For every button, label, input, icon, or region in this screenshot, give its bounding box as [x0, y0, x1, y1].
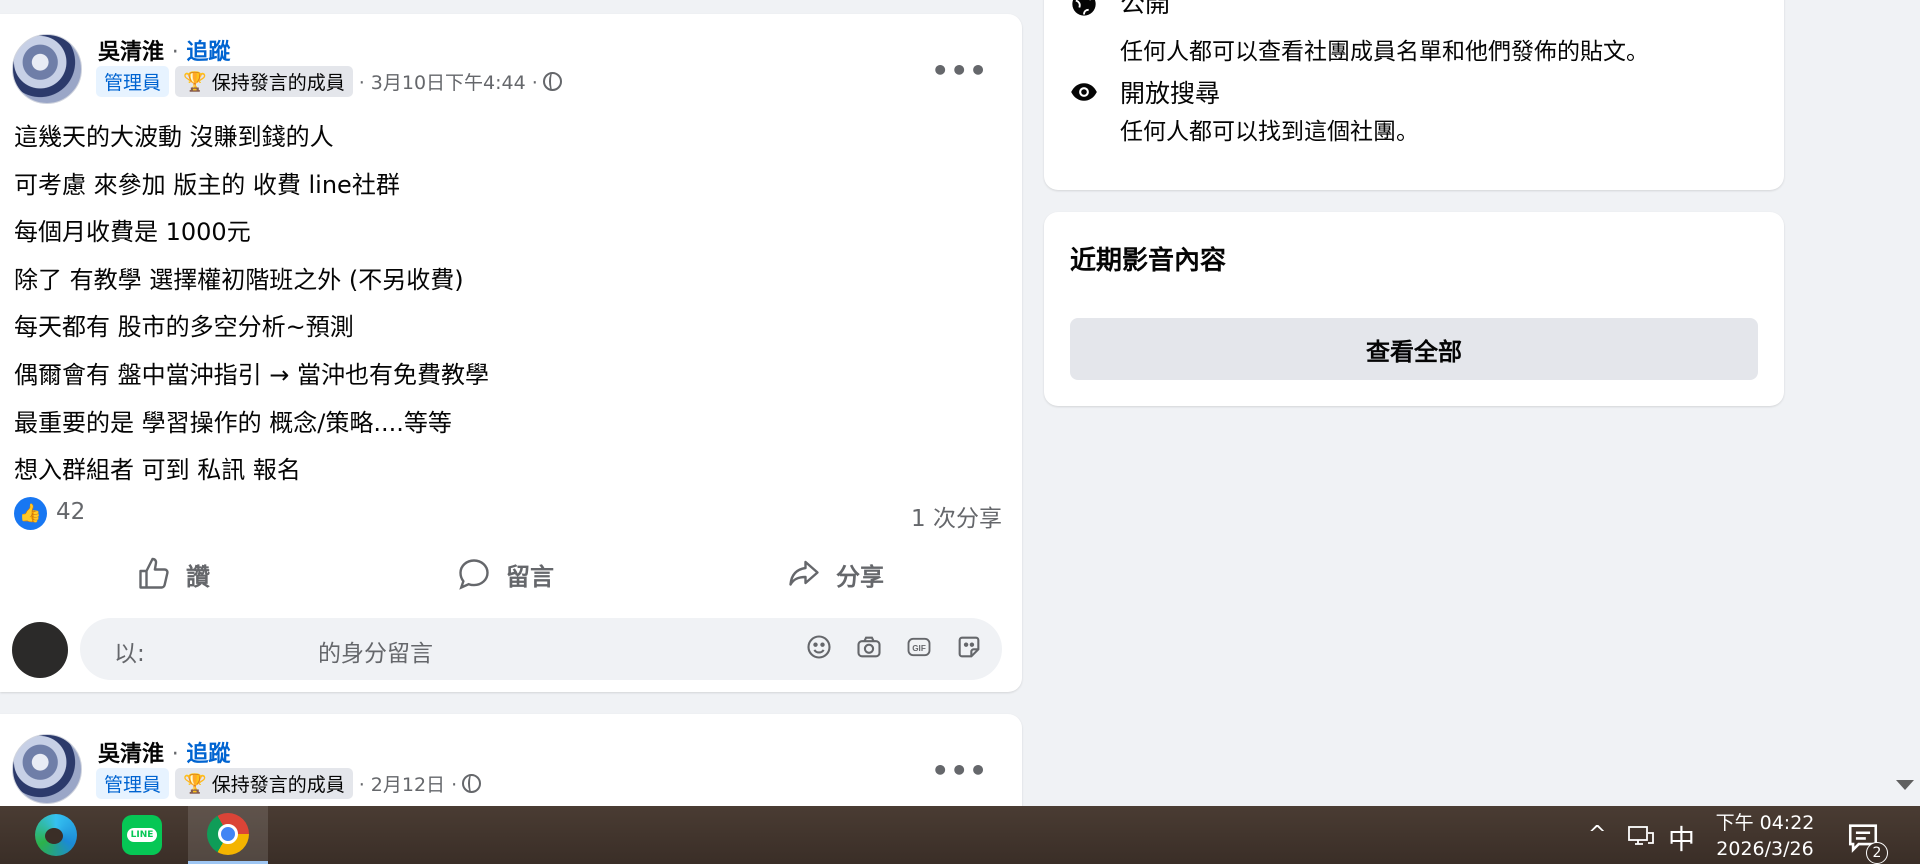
member-badge[interactable]: 🏆 保持發言的成員 — [175, 768, 353, 799]
edge-icon — [35, 814, 77, 856]
taskbar-chrome-button[interactable] — [188, 806, 268, 864]
globe-icon — [462, 774, 482, 793]
member-badge-label: 保持發言的成員 — [211, 72, 345, 94]
post-line: 每天都有 股市的多空分析~預測 — [14, 313, 354, 342]
comment-input[interactable]: 以: 的身分留言 GIF — [80, 618, 1002, 680]
share-count[interactable]: 1 次分享 — [911, 499, 1002, 533]
comment-placeholder-suffix: 的身分留言 — [318, 641, 433, 667]
post-line: 每個月收費是 1000元 — [14, 218, 251, 247]
member-badge[interactable]: 🏆 保持發言的成員 — [175, 66, 353, 97]
gif-icon[interactable]: GIF — [904, 632, 934, 662]
post-date[interactable]: · 3月10日下午4:44 · — [359, 68, 562, 95]
camera-icon[interactable] — [854, 632, 884, 662]
follow-link[interactable]: 追蹤 — [186, 742, 230, 767]
post-date-text: · 2月12日 · — [358, 774, 458, 796]
comment-button[interactable]: 留言 — [456, 556, 554, 592]
post-line: 想入群組者 可到 私訊 報名 — [14, 456, 301, 485]
post-date-text: · 3月10日下午4:44 · — [358, 72, 538, 94]
privacy-desc: 任何人都可以查看社團成員名單和他們發佈的貼文。 — [1120, 39, 1649, 65]
line-icon: LINE — [122, 815, 162, 855]
trophy-icon: 🏆 — [183, 773, 207, 795]
post-actions: 讚 留言 分享 — [0, 548, 1022, 608]
post-body: 這幾天的大波動 沒賺到錢的人 可考慮 來參加 版主的 收費 line社群 每個月… — [14, 114, 974, 495]
post-header: 吳清淮 · 追蹤 管理員 🏆 保持發言的成員 · 2月12日 · ••• — [0, 714, 1022, 806]
emoji-icon[interactable] — [804, 632, 834, 662]
user-avatar[interactable] — [12, 622, 68, 678]
author-name[interactable]: 吳清淮 — [98, 742, 164, 767]
author-avatar[interactable] — [12, 34, 82, 104]
post-meta: 管理員 🏆 保持發言的成員 · 3月10日下午4:44 · — [96, 66, 562, 97]
comment-icon — [459, 559, 489, 590]
post-stats: 👍 42 1 次分享 — [14, 494, 1002, 534]
thumbs-up-icon — [139, 557, 169, 589]
reaction-count[interactable]: 42 — [56, 499, 85, 525]
author-line: 吳清淮 · 追蹤 — [98, 34, 230, 66]
post-line: 最重要的是 學習操作的 概念/策略....等等 — [14, 408, 452, 437]
globe-icon — [542, 72, 562, 91]
post-line: 偶爾會有 盤中當沖指引 → 當沖也有免費教學 — [14, 360, 489, 389]
privacy-title: 公開 — [1120, 0, 1171, 18]
network-icon[interactable] — [1626, 824, 1656, 848]
comment-placeholder-prefix: 以: — [114, 641, 145, 667]
post-meta: 管理員 🏆 保持發言的成員 · 2月12日 · — [96, 768, 482, 799]
like-label: 讚 — [186, 562, 210, 591]
windows-taskbar: LINE ^ 中 下午 04:22 2026/3/26 2 — [0, 806, 1920, 864]
chrome-icon — [207, 812, 249, 855]
recent-media-card: 近期影音內容 查看全部 — [1044, 212, 1784, 406]
see-all-button[interactable]: 查看全部 — [1070, 318, 1758, 380]
comment-composer: 以: 的身分留言 GIF — [12, 618, 1002, 682]
separator: · — [171, 742, 179, 767]
line-icon-label: LINE — [126, 828, 158, 842]
sticker-icon[interactable] — [954, 632, 984, 662]
post-date[interactable]: · 2月12日 · — [358, 770, 482, 797]
admin-badge[interactable]: 管理員 — [96, 66, 170, 97]
post-line: 可考慮 來參加 版主的 收費 line社群 — [14, 170, 400, 199]
author-line: 吳清淮 · 追蹤 — [98, 736, 230, 768]
like-button[interactable]: 讚 — [136, 556, 210, 592]
eye-icon — [1071, 83, 1097, 101]
like-reaction-icon[interactable]: 👍 — [14, 497, 47, 530]
share-icon — [789, 560, 819, 586]
separator: · — [171, 40, 179, 65]
author-name[interactable]: 吳清淮 — [98, 40, 164, 65]
scroll-down-arrow-icon[interactable] — [1896, 780, 1914, 790]
tray-overflow-caret-icon[interactable]: ^ — [1588, 822, 1606, 847]
globe-icon — [1072, 0, 1096, 16]
taskbar-edge-button[interactable] — [16, 806, 96, 864]
taskbar-clock[interactable]: 下午 04:22 2026/3/26 — [1710, 810, 1820, 862]
more-options-button[interactable]: ••• — [931, 754, 988, 787]
post-card: 吳清淮 · 追蹤 管理員 🏆 保持發言的成員 · 3月10日下午4:44 · •… — [0, 14, 1022, 692]
notification-count-badge: 2 — [1866, 842, 1888, 864]
share-label: 分享 — [836, 562, 884, 591]
ime-indicator[interactable]: 中 — [1668, 818, 1695, 857]
visibility-title: 開放搜尋 — [1120, 79, 1221, 108]
group-about-card: 公開 任何人都可以查看社團成員名單和他們發佈的貼文。 開放搜尋 任何人都可以找到… — [1044, 0, 1784, 190]
comment-label: 留言 — [506, 562, 554, 591]
author-avatar[interactable] — [12, 734, 82, 804]
trophy-icon: 🏆 — [183, 71, 207, 93]
svg-text:GIF: GIF — [912, 644, 926, 653]
share-button[interactable]: 分享 — [786, 556, 884, 592]
post-header: 吳清淮 · 追蹤 管理員 🏆 保持發言的成員 · 3月10日下午4:44 · •… — [0, 14, 1022, 114]
more-options-button[interactable]: ••• — [931, 54, 988, 87]
follow-link[interactable]: 追蹤 — [186, 40, 230, 65]
post-line: 除了 有教學 選擇權初階班之外 (不另收費) — [14, 265, 464, 294]
recent-media-title: 近期影音內容 — [1070, 246, 1227, 276]
facebook-group-page: 吳清淮 · 追蹤 管理員 🏆 保持發言的成員 · 3月10日下午4:44 · •… — [0, 0, 1920, 806]
post-line: 這幾天的大波動 沒賺到錢的人 — [14, 123, 334, 151]
comment-tools: GIF — [804, 632, 984, 662]
clock-date: 2026/3/26 — [1716, 838, 1814, 860]
clock-time: 下午 04:22 — [1715, 812, 1815, 834]
member-badge-label: 保持發言的成員 — [211, 774, 345, 796]
visibility-desc: 任何人都可以找到這個社團。 — [1120, 119, 1419, 145]
post-card: 吳清淮 · 追蹤 管理員 🏆 保持發言的成員 · 2月12日 · ••• — [0, 714, 1022, 806]
admin-badge[interactable]: 管理員 — [96, 768, 170, 799]
taskbar-line-button[interactable]: LINE — [102, 806, 182, 864]
